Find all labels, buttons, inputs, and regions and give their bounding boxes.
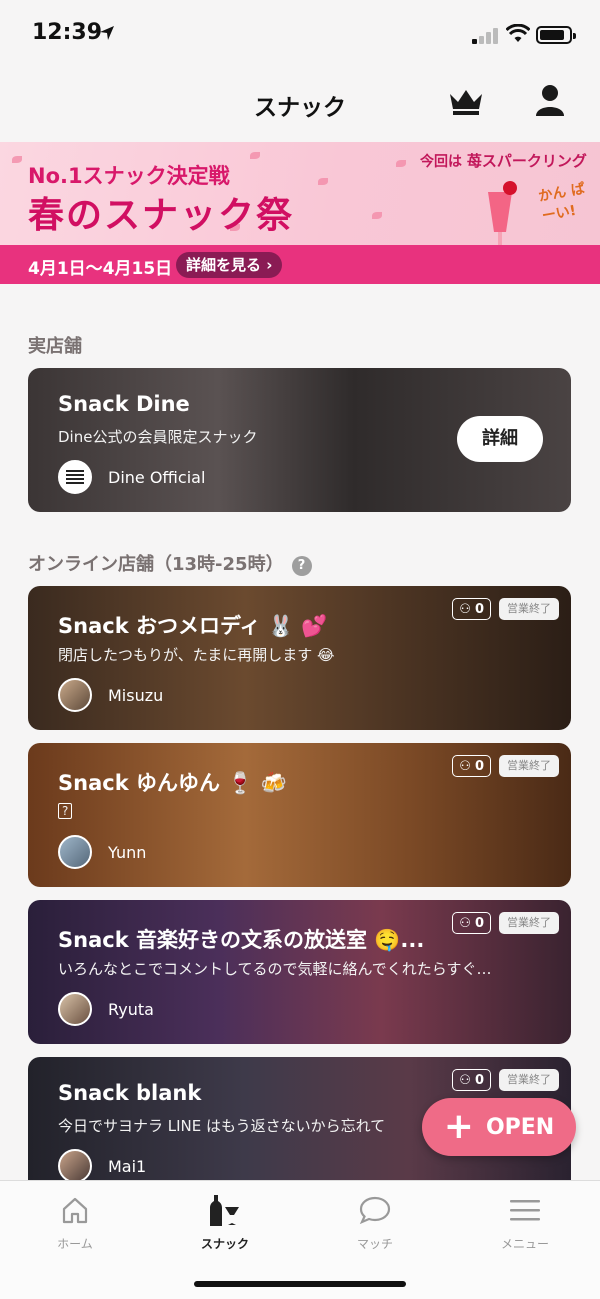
card-title: Snack おつメロディ 🐰 💕 [58,614,328,638]
help-icon[interactable]: ? [291,556,312,576]
snack-card[interactable]: Snack ゆんゆん 🍷 🍻 ? Yunn ⚇ 0 営業終了 [28,743,571,887]
banner-title: 春のスナック祭 [28,195,295,236]
card-badges: ⚇ 0 営業終了 [452,1069,559,1091]
card-title: Snack Dine [58,392,190,416]
card-host: Misuzu [58,678,163,712]
online-section-label-text: オンライン店舗（13時-25時） [28,554,284,575]
visitors-icon: ⚇ [459,915,471,931]
card-host: Dine Official [58,460,205,494]
tab-snack[interactable]: スナック [150,1191,300,1252]
card-badges: ⚇ 0 営業終了 [452,912,559,934]
visitor-count-badge: ⚇ 0 [452,755,491,777]
menu-icon [510,1200,540,1221]
card-title: Snack blank [58,1081,202,1105]
visitor-count-badge: ⚇ 0 [452,598,491,620]
nav-bar: スナック [0,70,600,142]
card-description: 閉店したつもりが、たまに再開します 😂 [58,646,335,664]
visitor-count-badge: ⚇ 0 [452,1069,491,1091]
status-badge: 営業終了 [499,912,559,934]
visitor-count: 0 [474,601,484,617]
location-arrow-icon [100,26,114,40]
home-icon [62,1197,88,1224]
host-name: Misuzu [108,685,164,705]
cellular-signal-icon [472,28,498,44]
plus-icon: + [443,1106,474,1147]
host-name: Yunn [108,842,147,862]
battery-icon [536,26,576,44]
status-bar: 12:39 [0,0,600,70]
status-badge: 営業終了 [499,598,559,620]
snack-card[interactable]: Snack おつメロディ 🐰 💕 閉店したつもりが、たまに再開します 😂 Mis… [28,586,571,730]
visitor-count-badge: ⚇ 0 [452,912,491,934]
visitors-icon: ⚇ [459,601,471,617]
page-title: スナック [254,95,346,121]
online-section-label: オンライン店舗（13時-25時）? [28,550,312,576]
visitors-icon: ⚇ [459,758,471,774]
card-description: いろんなとこでコメントしてるので気軽に絡んでくれたらすぐ… [58,960,492,978]
visitors-icon: ⚇ [459,1072,471,1088]
status-badge: 営業終了 [499,1069,559,1091]
tab-home[interactable]: ホーム [0,1191,150,1252]
avatar [58,835,92,869]
card-host: Yunn [58,835,146,869]
snack-icon [210,1195,239,1226]
status-time: 12:39 [32,20,103,45]
host-name: Dine Official [108,467,206,487]
card-host: Ryuta [58,992,154,1026]
banner-detail-button[interactable]: 詳細を見る › [176,252,283,278]
snack-card[interactable]: Snack 音楽好きの文系の放送室 🤤... いろんなとこでコメントしてるので気… [28,900,571,1044]
profile-icon[interactable] [536,84,564,116]
banner-promo: 今回は 苺スパークリング [420,150,587,171]
card-description-text: ? [58,803,73,819]
host-name: Ryuta [108,999,154,1019]
crown-icon[interactable] [448,86,484,116]
card-host: Mai1 [58,1149,146,1183]
visitor-count: 0 [474,758,484,774]
host-name: Mai1 [108,1156,147,1176]
card-badges: ⚇ 0 営業終了 [452,755,559,777]
tab-menu[interactable]: メニュー [450,1191,600,1252]
card-title: Snack 音楽好きの文系の放送室 🤤... [58,928,425,952]
status-badge: 営業終了 [499,755,559,777]
snack-card-dine[interactable]: Snack Dine Dine公式の会員限定スナック Dine Official… [28,368,571,512]
dine-logo-icon [58,460,92,494]
visitor-count: 0 [474,1072,484,1088]
visitor-count: 0 [474,915,484,931]
detail-button[interactable]: 詳細 [457,416,543,462]
open-button[interactable]: + OPEN [422,1098,576,1156]
banner-kanpai: かん ぱーい! [537,180,587,225]
banner-strip: 4月1日〜4月15日 詳細を見る › [0,245,600,284]
physical-section-label: 実店舗 [28,336,82,357]
open-label: OPEN [485,1114,555,1140]
tab-label: メニュー [500,1237,549,1251]
banner-dates: 4月1日〜4月15日 [28,259,173,279]
card-badges: ⚇ 0 営業終了 [452,598,559,620]
tab-match[interactable]: マッチ [300,1191,450,1252]
tab-label: スナック [200,1237,249,1251]
card-title: Snack ゆんゆん 🍷 🍻 [58,771,287,795]
banner-promo-prefix: 今回は [420,154,462,170]
card-description: ? [58,801,538,819]
tab-label: マッチ [356,1237,393,1251]
avatar [58,992,92,1026]
avatar [58,1149,92,1183]
tab-label: ホーム [57,1237,93,1251]
avatar [58,678,92,712]
home-indicator [194,1281,406,1287]
wifi-icon [506,24,530,42]
banner-promo-item: 苺スパークリング [466,152,587,170]
chat-bubble-icon [359,1196,391,1225]
spring-festival-banner[interactable]: No.1スナック決定戦 春のスナック祭 今回は 苺スパークリング かん ぱーい!… [0,142,600,284]
